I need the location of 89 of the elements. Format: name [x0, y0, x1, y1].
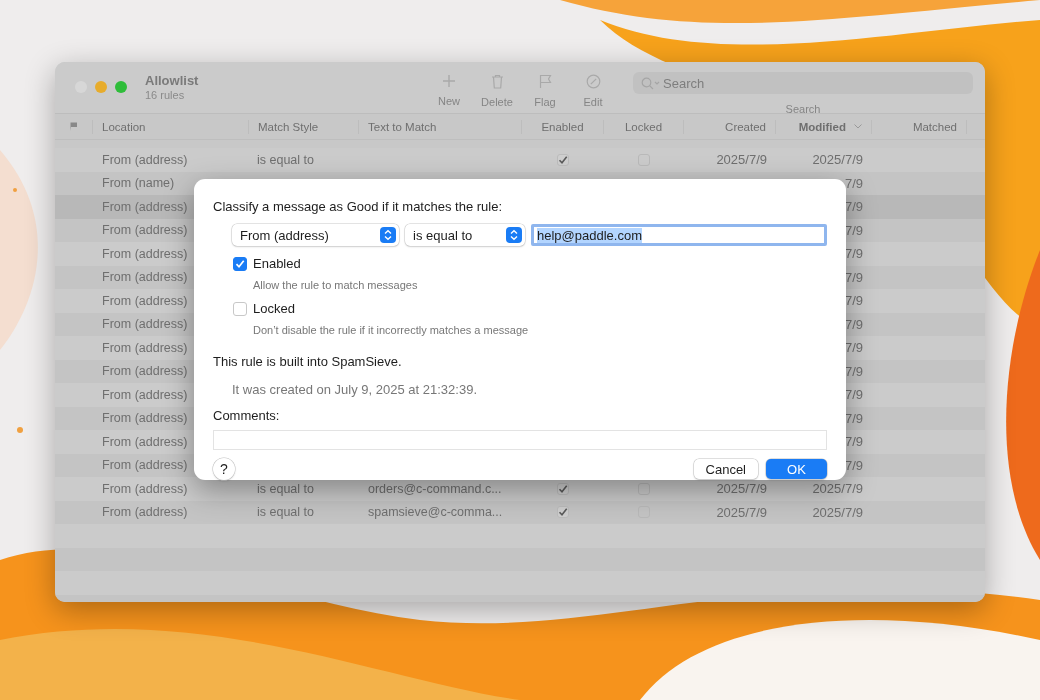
table-cell: 7/9	[844, 316, 863, 332]
column-header[interactable]: Created	[725, 120, 766, 133]
table-cell: 7/9	[844, 293, 863, 309]
column-header[interactable]: Location	[102, 120, 146, 133]
table-cell: 2025/7/9	[812, 152, 863, 168]
checkbox[interactable]	[557, 153, 569, 166]
location-popup[interactable]: From (address)	[232, 224, 399, 246]
table-cell: 7/9	[844, 222, 863, 238]
table-cell: is equal to	[257, 152, 314, 167]
help-button[interactable]: ?	[213, 458, 235, 480]
table-cell: 2025/7/9	[716, 152, 767, 168]
table-cell: 7/9	[844, 363, 863, 379]
rule-count: 16 rules	[145, 89, 185, 101]
flag-icon	[538, 74, 552, 89]
plus-icon	[442, 74, 456, 88]
table-cell: From (address)	[102, 340, 188, 355]
table-cell: 7/9	[844, 387, 863, 403]
table-row[interactable]: From (address) is equal to 2025/7/9 2025/7/9	[55, 148, 985, 172]
table-cell: 7/9	[844, 340, 863, 356]
table-cell: From (address)	[102, 505, 188, 520]
column-header[interactable]: Text to Match	[368, 120, 437, 133]
table-row[interactable]: From (address) is equal to spamsieve@c-comma... 2025/7/9 2025/7/9	[55, 500, 985, 524]
table-cell: From (address)	[102, 434, 188, 449]
table-cell: From (address)	[102, 458, 188, 473]
table-cell: spamsieve@c-comma...	[368, 505, 503, 520]
table-cell: is equal to	[257, 481, 314, 496]
comments-label: Comments:	[213, 408, 281, 423]
column-header[interactable]: Match Style	[258, 120, 319, 133]
slash-circle-icon	[585, 74, 601, 89]
table-cell: 7/9	[844, 434, 863, 450]
search-label: Search	[785, 103, 821, 115]
cancel-button[interactable]: Cancel	[693, 459, 758, 479]
table-row[interactable]: From (address) is equal to orders@c-command.c... 2025/7/9 2025/7/9	[55, 477, 985, 501]
checkbox-label[interactable]: Enabled	[253, 256, 301, 271]
ok-button[interactable]: OK	[766, 459, 827, 479]
checkbox[interactable]	[233, 256, 247, 271]
table-cell: From (address)	[102, 246, 188, 261]
table-cell: From (address)	[102, 387, 188, 402]
table-cell: From (address)	[102, 199, 188, 214]
toolbar-button[interactable]: New	[425, 74, 473, 108]
chevron-down-icon	[854, 124, 862, 129]
checkbox[interactable]	[557, 482, 569, 495]
table-cell: From (address)	[102, 223, 188, 238]
trash-icon	[490, 74, 504, 89]
column-header[interactable]: Enabled	[541, 120, 584, 133]
table-cell: 7/9	[844, 199, 863, 215]
table-cell: From (address)	[102, 411, 188, 426]
column-header[interactable]: Locked	[624, 120, 663, 133]
table-cell: 7/9	[844, 410, 863, 426]
checkbox[interactable]	[557, 506, 569, 519]
column-header[interactable]: Matched	[912, 120, 957, 133]
table-cell: From (name)	[102, 176, 175, 191]
table-cell: From (address)	[102, 317, 188, 332]
table-cell: 2025/7/9	[716, 481, 767, 497]
table-cell: 7/9	[844, 175, 863, 191]
stepper-icon	[380, 227, 396, 243]
built-in-note: This rule is built into SpamSieve.	[213, 354, 403, 369]
table-cell: 7/9	[844, 457, 863, 473]
table-cell: is equal to	[257, 505, 314, 520]
table-cell: 2025/7/9	[812, 481, 863, 497]
checkbox[interactable]	[638, 482, 650, 495]
table-cell: 7/9	[844, 246, 863, 262]
table-cell: From (address)	[102, 364, 188, 379]
window-title: Allowlist	[145, 73, 200, 88]
table-cell: 2025/7/9	[812, 504, 863, 520]
stepper-icon	[506, 227, 522, 243]
match-style-popup[interactable]: is equal to	[405, 224, 525, 246]
toolbar-button[interactable]: Flag	[521, 74, 569, 108]
comments-field[interactable]	[213, 430, 827, 450]
hint-text: Don’t disable the rule if it incorrectly matches a message	[253, 324, 530, 336]
created-note: It was created on July 9, 2025 at 21:32:39.	[232, 382, 478, 397]
column-header[interactable]: Modified	[798, 120, 846, 133]
toolbar-button[interactable]: Delete	[473, 74, 521, 108]
toolbar-button[interactable]: Edit	[569, 74, 617, 108]
zoom-button[interactable]	[115, 81, 127, 93]
table-cell: From (address)	[102, 152, 188, 167]
table-cell: From (address)	[102, 293, 188, 308]
minimize-button[interactable]	[95, 81, 107, 93]
table-cell: 2025/7/9	[716, 504, 767, 520]
table-cell: From (address)	[102, 481, 188, 496]
table-cell: 7/9	[844, 269, 863, 285]
table-cell: orders@c-command.c...	[368, 481, 502, 496]
hint-text: Allow the rule to match messages	[253, 279, 419, 291]
checkbox[interactable]	[233, 301, 247, 316]
dialog-heading: Classify a message as Good if it matches the rule:	[213, 199, 503, 214]
checkbox-label[interactable]: Locked	[253, 301, 295, 316]
text-field[interactable]: help@paddle.com	[531, 224, 827, 246]
table-cell: From (address)	[102, 270, 188, 285]
search-field[interactable]: Search	[633, 72, 973, 94]
